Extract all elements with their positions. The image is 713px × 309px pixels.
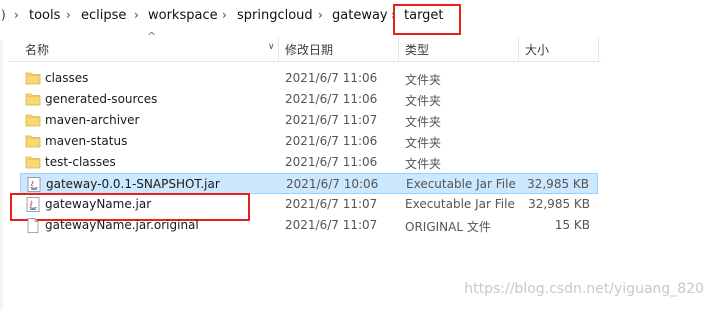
java-jar-icon bbox=[27, 177, 41, 192]
file-type: ORIGINAL 文件 bbox=[405, 220, 491, 234]
file-type: 文件夹 bbox=[405, 115, 442, 129]
file-type: 文件夹 bbox=[405, 73, 442, 87]
file-date: 2021/6/7 11:06 bbox=[285, 155, 378, 169]
breadcrumb-separator-icon[interactable]: › bbox=[134, 8, 139, 22]
column-divider[interactable] bbox=[518, 37, 519, 61]
file-row-maven-archiver[interactable]: maven-archiver 2021/6/7 11:07 文件夹 bbox=[20, 110, 598, 131]
file-name: generated-sources bbox=[45, 92, 158, 106]
breadcrumb-separator-icon[interactable]: › bbox=[66, 8, 71, 22]
breadcrumb-item-workspace[interactable]: workspace bbox=[146, 8, 220, 23]
file-date: 2021/6/7 11:07 bbox=[285, 197, 378, 211]
file-type: Executable Jar File bbox=[405, 197, 515, 211]
file-size: 32,985 KB bbox=[528, 197, 590, 211]
file-type: Executable Jar File bbox=[406, 177, 516, 191]
file-row-gateway-snapshot-jar[interactable]: gateway-0.0.1-SNAPSHOT.jar 2021/6/7 10:0… bbox=[20, 173, 598, 194]
watermark: https://blog.csdn.net/yiguang_820 bbox=[464, 281, 704, 297]
breadcrumb-separator-icon[interactable]: › bbox=[14, 8, 19, 22]
column-divider[interactable] bbox=[398, 37, 399, 61]
file-date: 2021/6/7 11:06 bbox=[285, 134, 378, 148]
folder-icon bbox=[25, 72, 41, 85]
folder-icon bbox=[25, 135, 41, 148]
breadcrumb-separator-icon[interactable]: › bbox=[222, 8, 227, 22]
breadcrumb-item-tools[interactable]: tools bbox=[27, 8, 62, 23]
column-header-name[interactable]: 名称 bbox=[25, 41, 49, 58]
file-row-generated-sources[interactable]: generated-sources 2021/6/7 11:06 文件夹 bbox=[20, 89, 598, 110]
folder-icon bbox=[25, 114, 41, 127]
file-name: gatewayName.jar.original bbox=[45, 218, 199, 232]
column-divider[interactable] bbox=[278, 37, 279, 61]
file-name: gatewayName.jar bbox=[45, 197, 152, 211]
scrollbar-left bbox=[0, 40, 3, 309]
file-row-gatewayname-jar[interactable]: gatewayName.jar 2021/6/7 11:07 Executabl… bbox=[20, 194, 598, 215]
file-row-gatewayname-jar-original[interactable]: gatewayName.jar.original 2021/6/7 11:07 … bbox=[20, 215, 598, 236]
file-name: test-classes bbox=[45, 155, 116, 169]
column-header-date[interactable]: 修改日期 bbox=[285, 41, 333, 58]
breadcrumb-separator-icon[interactable]: › bbox=[318, 8, 323, 22]
chevron-down-icon[interactable]: ∨ bbox=[268, 42, 275, 52]
file-date: 2021/6/7 11:06 bbox=[285, 71, 378, 85]
file-size: 32,985 KB bbox=[527, 177, 589, 191]
folder-icon bbox=[25, 93, 41, 106]
file-name: classes bbox=[45, 71, 89, 85]
java-jar-icon bbox=[26, 197, 40, 212]
column-header-type[interactable]: 类型 bbox=[405, 41, 429, 58]
breadcrumb-item-eclipse[interactable]: eclipse bbox=[79, 8, 128, 23]
file-date: 2021/6/7 10:06 bbox=[286, 177, 379, 191]
breadcrumb-item-gateway[interactable]: gateway bbox=[330, 8, 390, 23]
file-explorer-window: ) › tools › eclipse › workspace › spring… bbox=[0, 0, 713, 309]
file-type: 文件夹 bbox=[405, 136, 442, 150]
file-row-maven-status[interactable]: maven-status 2021/6/7 11:06 文件夹 bbox=[20, 131, 598, 152]
file-name: maven-archiver bbox=[45, 113, 140, 127]
breadcrumb-item-target[interactable]: target bbox=[402, 8, 446, 23]
file-size: 15 KB bbox=[554, 218, 590, 232]
file-row-classes[interactable]: classes 2021/6/7 11:06 文件夹 bbox=[20, 68, 598, 89]
column-divider[interactable] bbox=[598, 37, 599, 61]
file-type: 文件夹 bbox=[405, 157, 442, 171]
breadcrumb-item-springcloud[interactable]: springcloud bbox=[235, 8, 315, 23]
file-type: 文件夹 bbox=[405, 94, 442, 108]
file-name: maven-status bbox=[45, 134, 128, 148]
file-name: gateway-0.0.1-SNAPSHOT.jar bbox=[46, 177, 220, 191]
breadcrumb: ) › tools › eclipse › workspace › spring… bbox=[0, 0, 713, 33]
file-date: 2021/6/7 11:06 bbox=[285, 92, 378, 106]
breadcrumb-separator-icon[interactable]: › bbox=[391, 8, 396, 22]
file-icon bbox=[27, 218, 39, 233]
column-header-row: ^ 名称 ∨ 修改日期 类型 大小 bbox=[8, 30, 601, 62]
file-date: 2021/6/7 11:07 bbox=[285, 113, 378, 127]
file-row-test-classes[interactable]: test-classes 2021/6/7 11:06 文件夹 bbox=[20, 152, 598, 173]
breadcrumb-overflow[interactable]: ) bbox=[1, 8, 6, 22]
folder-icon bbox=[25, 156, 41, 169]
column-header-size[interactable]: 大小 bbox=[525, 41, 549, 58]
file-date: 2021/6/7 11:07 bbox=[285, 218, 378, 232]
sort-ascending-icon: ^ bbox=[147, 30, 157, 43]
